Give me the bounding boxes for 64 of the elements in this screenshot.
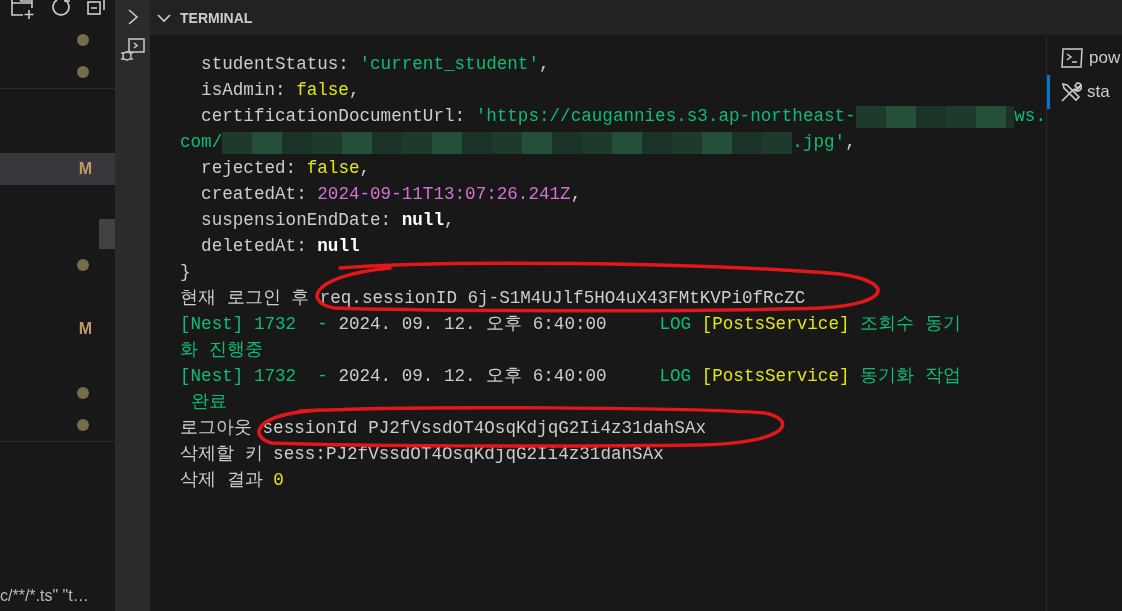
status-letter: M: [78, 160, 92, 178]
terminal-text: 2024-09-11T13:07:26.241Z: [317, 184, 571, 204]
terminal-text: 동기화 작업: [860, 366, 961, 386]
terminal-text: 삭제 결과: [180, 470, 264, 490]
terminal-text: [PostsService]: [701, 366, 851, 386]
terminal-text: 'https://caugannies.s3.ap-northeast-: [475, 106, 856, 126]
terminal-text: LOG: [659, 314, 693, 334]
chevron-right-icon[interactable]: [126, 8, 139, 26]
terminal-text: com/: [180, 132, 223, 152]
terminal-text: deletedAt:: [200, 236, 308, 256]
terminal-text: 2024. 09. 12. 오후 6:40:00: [338, 314, 608, 334]
panel-title[interactable]: TERMINAL: [180, 9, 253, 26]
terminal-text: isAdmin:: [200, 80, 287, 100]
terminal-tab[interactable]: sta: [1047, 75, 1122, 109]
terminal-text: ,: [570, 184, 582, 204]
terminal-text: createdAt:: [200, 184, 308, 204]
status-dot: [77, 387, 89, 399]
terminal-text: ,: [348, 80, 360, 100]
terminal-text: 'current_student': [359, 54, 539, 74]
status-dot: [77, 66, 89, 78]
terminal-text: [PostsService]: [701, 314, 851, 334]
terminal-text: 0: [273, 470, 284, 490]
new-folder-icon[interactable]: [10, 0, 36, 20]
terminal-text: 화 진행중: [180, 340, 263, 360]
terminal-text: 삭제할 키 sess:PJ2fVssdOT4OsqKdjqG2Ii4z31dahSAx: [180, 444, 664, 464]
terminal-text: 2024. 09. 12. 오후 6:40:00: [338, 366, 608, 386]
terminal-text: 로그아웃: [180, 418, 253, 438]
tools-icon: [1060, 81, 1082, 103]
terminal-text: studentStatus:: [200, 54, 350, 74]
terminal-text: sessionId PJ2fVssdOT4OsqKdjqG2Ii4z31dahSAx: [262, 418, 706, 438]
terminal-tab[interactable]: pow: [1047, 41, 1122, 75]
terminal-text: ,: [443, 210, 455, 230]
terminal-text: rejected:: [200, 158, 298, 178]
terminal-icon: [1060, 47, 1084, 69]
file-row[interactable]: M: [0, 313, 115, 345]
caret-icon[interactable]: [157, 12, 171, 23]
status-dot: [77, 419, 89, 431]
terminal-text: 현재 로그인 후: [180, 288, 311, 308]
terminal-text: .jpg': [792, 132, 846, 152]
terminal-text: 완료: [189, 392, 227, 412]
terminal-text: null: [317, 236, 360, 256]
collapse-all-icon[interactable]: [86, 0, 106, 18]
file-row[interactable]: M: [0, 153, 115, 185]
terminal-text: ,: [359, 158, 371, 178]
debug-console-icon[interactable]: [119, 38, 146, 62]
scrollbar-thumb[interactable]: [99, 219, 115, 249]
terminal-text: [Nest] 1732 -: [180, 314, 329, 334]
status-dot: [77, 259, 89, 271]
terminal-text: suspensionEndDate:: [200, 210, 393, 230]
terminal-text: }: [180, 262, 191, 282]
terminal-text: false: [296, 80, 349, 100]
status-dot: [77, 34, 89, 46]
terminal-text: ,: [539, 54, 550, 74]
terminal-text: 조회수 동기: [860, 314, 961, 334]
status-letter: M: [78, 320, 92, 338]
terminal-text: ws.: [1014, 106, 1046, 126]
file-pattern-text: c/**/*.ts" "t…: [0, 587, 89, 604]
terminal-text: null: [401, 210, 444, 230]
terminal-text: LOG: [659, 366, 693, 386]
terminal-text: req.sessionID 6j-S1M4UJlf5HO4uX43FMtKVPi0fRcZC: [319, 288, 806, 308]
terminal-text: certificationDocumentUrl:: [200, 106, 467, 126]
terminal-text: [Nest] 1732 -: [180, 366, 329, 386]
terminal-text: ,: [845, 132, 856, 152]
terminal-text: false: [306, 158, 360, 178]
